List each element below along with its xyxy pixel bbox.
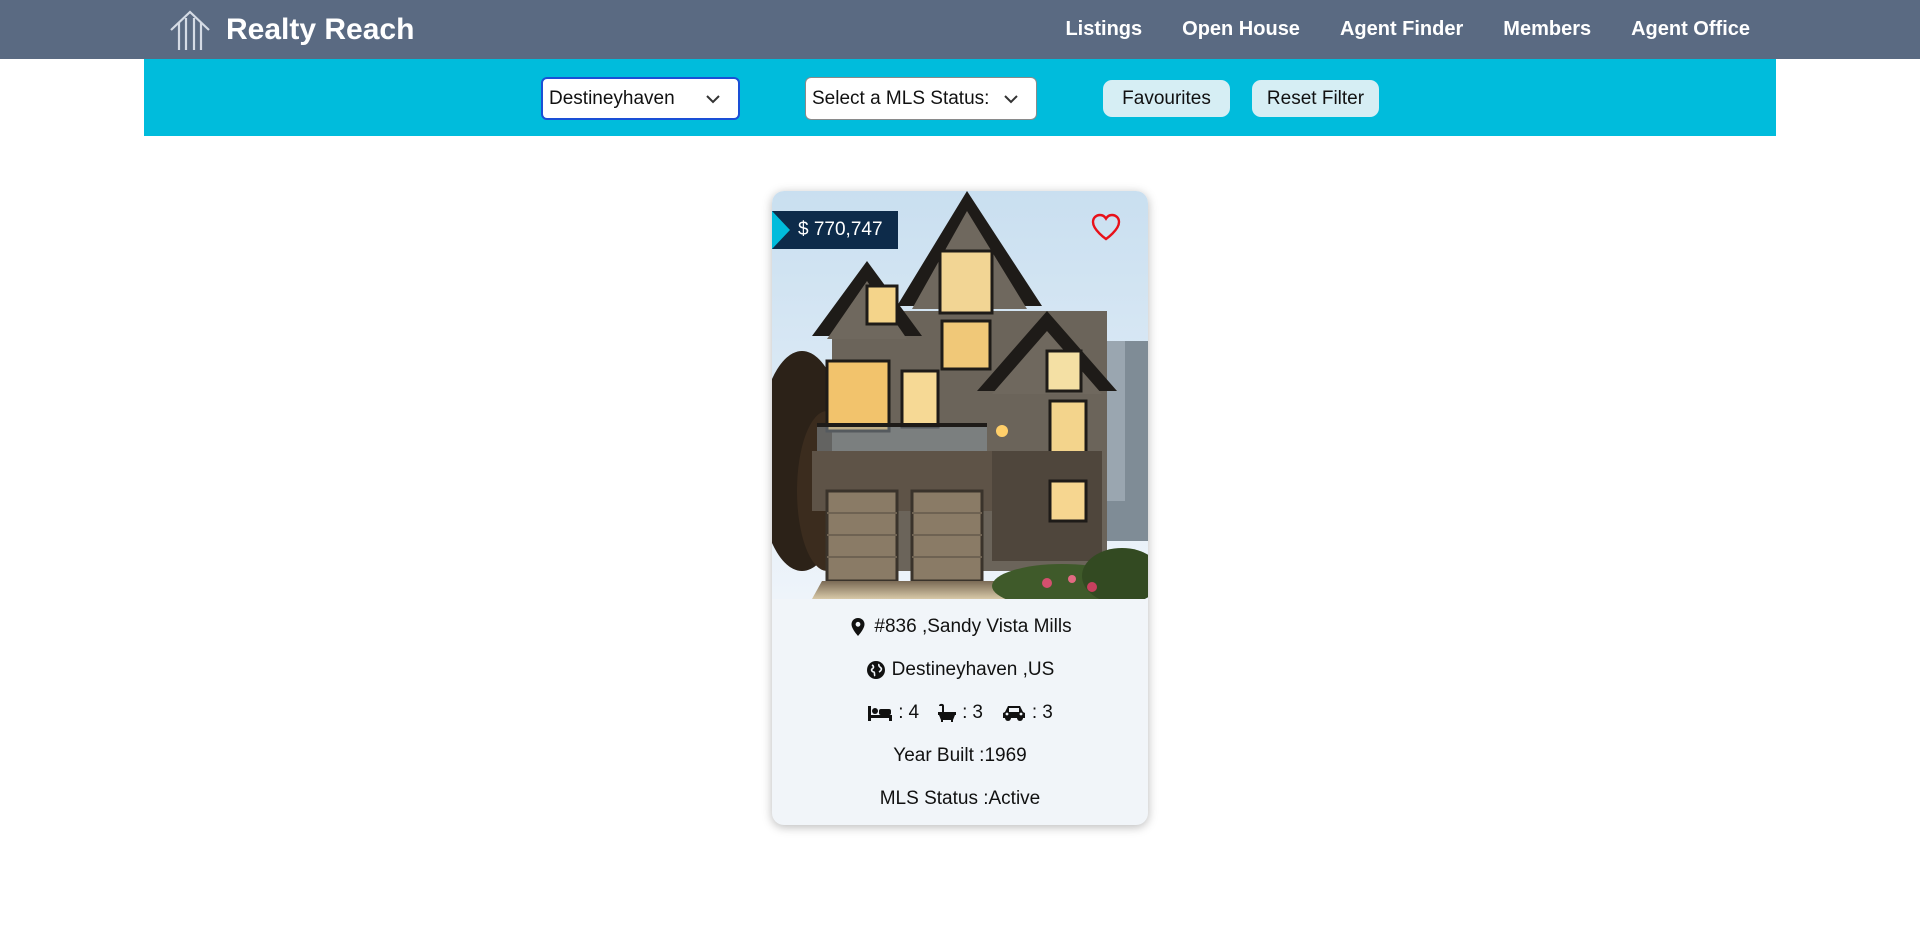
filter-bar: Destineyhaven Select a MLS Status: Favou… <box>144 59 1776 136</box>
brand[interactable]: Realty Reach <box>168 8 414 52</box>
nav-members[interactable]: Members <box>1503 18 1591 41</box>
nav-links: Listings Open House Agent Finder Members… <box>1065 0 1750 59</box>
heart-icon[interactable] <box>1090 211 1122 243</box>
listing-info: #836 ,Sandy Vista Mills Destineyhaven ,U… <box>772 599 1148 820</box>
garage-feature: : 3 <box>1001 702 1053 724</box>
address-row: #836 ,Sandy Vista Mills <box>772 605 1148 648</box>
mls-status-placeholder: Select a MLS Status: <box>812 87 990 109</box>
bed-icon <box>868 705 893 721</box>
baths-count: 3 <box>972 701 983 723</box>
price-tag-flag <box>772 211 790 249</box>
features-row: : 4 : 3: 3 <box>772 691 1148 734</box>
garage-count: 3 <box>1042 701 1053 723</box>
nav-agent-office[interactable]: Agent Office <box>1631 18 1750 41</box>
nav-open-house[interactable]: Open House <box>1182 18 1300 41</box>
beds-separator: : <box>898 701 904 723</box>
bath-icon <box>938 703 957 722</box>
city-select[interactable]: Destineyhaven <box>541 77 740 120</box>
chevron-down-icon <box>706 94 720 103</box>
chevron-down-icon <box>1004 94 1018 103</box>
garage-separator: : <box>1031 701 1038 723</box>
nav-agent-finder[interactable]: Agent Finder <box>1340 18 1463 41</box>
year-built-row: Year Built :1969 <box>772 734 1148 777</box>
car-icon <box>1002 705 1025 721</box>
listing-card[interactable]: $ 770,747 #836 ,Sandy Vista Mills Destin… <box>772 191 1148 825</box>
favourites-button[interactable]: Favourites <box>1103 80 1230 117</box>
top-navbar: Realty Reach Listings Open House Agent F… <box>0 0 1920 59</box>
address-text: #836 ,Sandy Vista Mills <box>874 615 1072 637</box>
beds-count: 4 <box>908 701 920 723</box>
nav-listings[interactable]: Listings <box>1065 18 1142 41</box>
house-logo-icon <box>170 10 210 50</box>
listing-photo[interactable]: $ 770,747 <box>772 191 1148 599</box>
mls-status-select[interactable]: Select a MLS Status: <box>805 77 1037 120</box>
globe-icon <box>866 660 885 679</box>
reset-filter-button[interactable]: Reset Filter <box>1252 80 1379 117</box>
price-tag: $ 770,747 <box>772 211 898 249</box>
brand-name: Realty Reach <box>226 13 415 46</box>
beds-feature: : 4 <box>867 702 919 724</box>
mls-status-text: MLS Status :Active <box>879 787 1041 809</box>
city-select-value: Destineyhaven <box>549 87 675 109</box>
price-value: $ 770,747 <box>798 219 883 240</box>
location-row: Destineyhaven ,US <box>772 648 1148 691</box>
year-built-text: Year Built :1969 <box>893 744 1027 766</box>
baths-feature: : 3 <box>937 702 983 724</box>
location-text: Destineyhaven ,US <box>891 658 1055 680</box>
mls-status-row: MLS Status :Active <box>772 777 1148 820</box>
house-photo-image <box>772 191 1148 599</box>
map-pin-icon <box>851 617 865 636</box>
baths-separator: : <box>962 701 968 723</box>
